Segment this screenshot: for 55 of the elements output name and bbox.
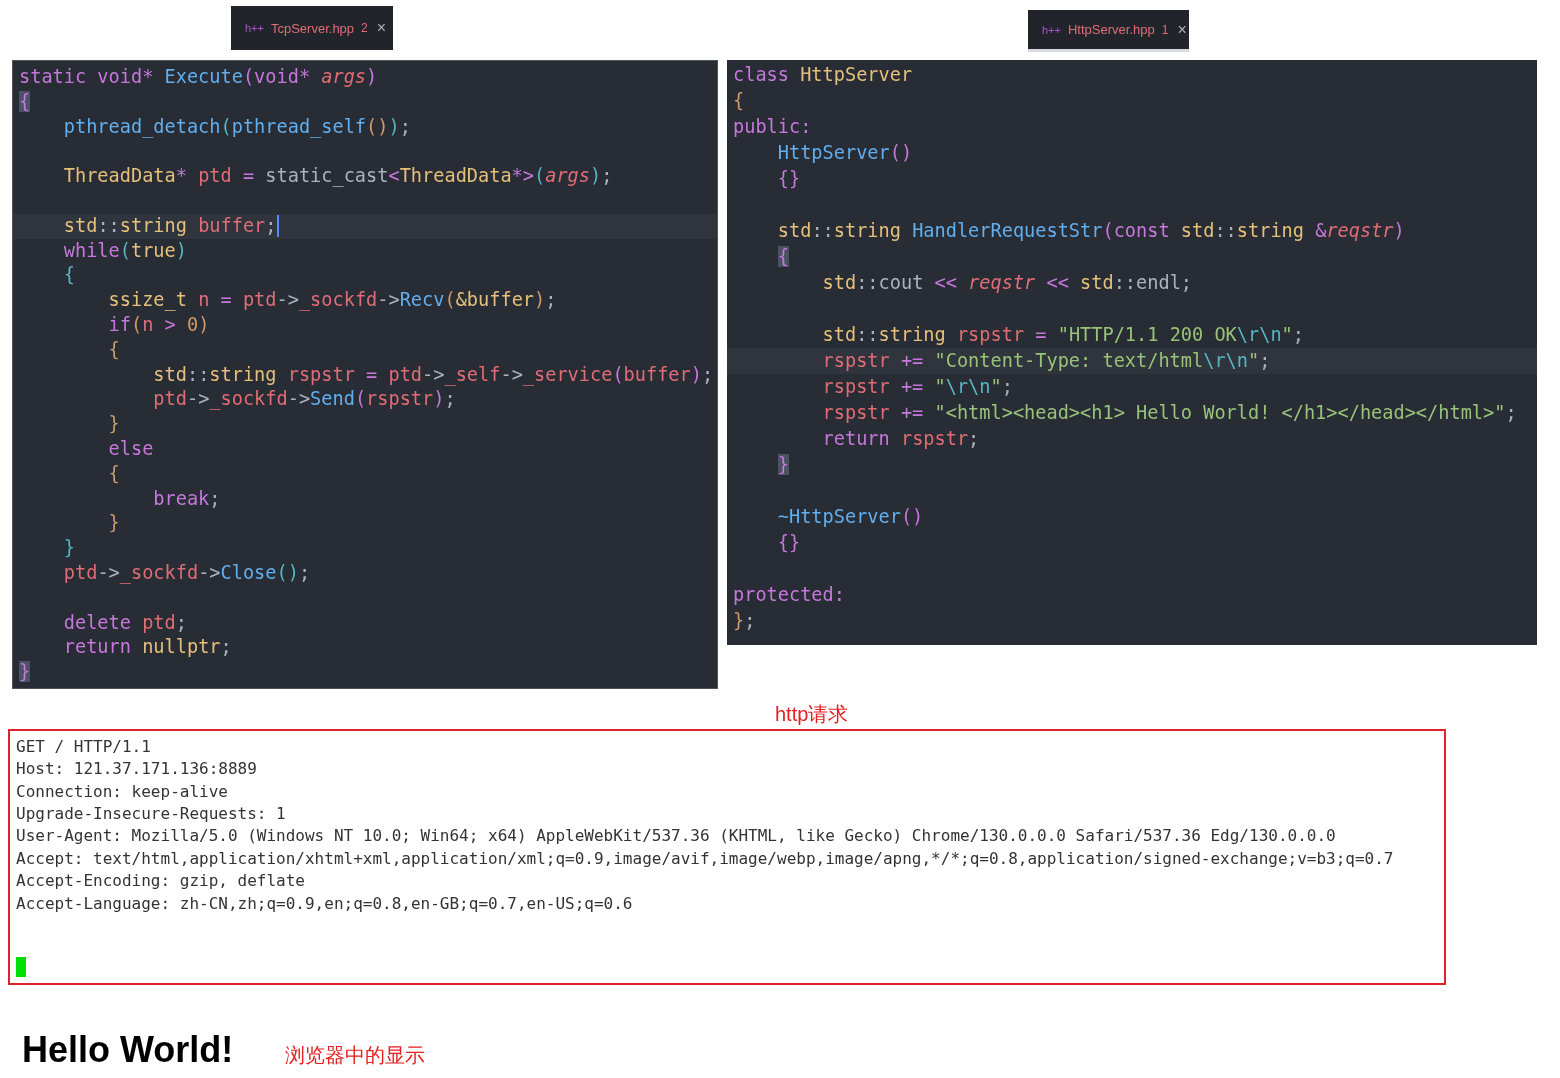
code-line: ~HttpServer() xyxy=(776,505,925,529)
problem-count: 1 xyxy=(1161,22,1169,37)
code-line: if(n > 0) xyxy=(107,312,211,337)
code-line: std::string HandlerRequestStr(const std::string &reqstr) xyxy=(776,219,1406,243)
file-type-icon: h++ xyxy=(1042,23,1061,36)
close-icon[interactable]: × xyxy=(376,19,387,37)
code-line: delete ptd; xyxy=(62,610,188,635)
code-line: HttpServer() xyxy=(776,141,914,165)
caption: 浏览器中的显示 xyxy=(285,1042,426,1068)
code-line: }; xyxy=(733,609,757,633)
code-line: ThreadData* ptd = static_cast<ThreadData*>(args); xyxy=(62,164,614,189)
close-icon[interactable]: × xyxy=(1177,20,1187,39)
code-line: { xyxy=(62,263,76,288)
code-line: std::string rspstr = "HTTP/1.1 200 OK\r\n"; xyxy=(821,323,1305,347)
terminal-line: Accept-Language: zh-CN,zh;q=0.9,en;q=0.8,en-GB;q=0.7,en-US;q=0.6 xyxy=(16,892,634,915)
terminal-line: Accept: text/html,application/xhtml+xml,application/xml;q=0.9,image/avif,image/webp,image/apng,*/*;q=0.8,application/signed-exchange;v=b3;q=0.7 xyxy=(16,847,1395,870)
code-line: else xyxy=(107,436,155,461)
file-tab[interactable]: h++ TcpServer.hpp 2 × xyxy=(231,6,393,50)
code-line: protected: xyxy=(733,583,846,607)
code-line: rspstr += "<html><head><h1> Hello World! </h1></head></html>"; xyxy=(821,401,1518,425)
terminal-line: Host: 121.37.171.136:8889 xyxy=(16,758,258,781)
terminal-line: Upgrade-Insecure-Requests: 1 xyxy=(16,803,287,826)
code-line: { xyxy=(733,89,746,113)
code-line: { xyxy=(107,337,121,362)
code-line: {} xyxy=(776,531,802,555)
code-line: ssize_t n = ptd->_sockfd->Recv(&buffer); xyxy=(107,288,558,313)
tab-label: TcpServer.hpp xyxy=(270,20,355,36)
code-line: rspstr += "\r\n"; xyxy=(821,375,1014,399)
code-line: std::cout << reqstr << std::endl; xyxy=(821,271,1194,295)
code-line: return nullptr; xyxy=(62,635,233,660)
code-line: class HttpServer xyxy=(733,63,914,87)
page-heading: Hello World! xyxy=(22,1028,234,1071)
code-line: } xyxy=(62,536,76,561)
code-line: ptd->_sockfd->Close(); xyxy=(62,560,312,586)
code-line: ptd->_sockfd->Send(rspstr); xyxy=(152,387,457,412)
code-line: } xyxy=(107,412,121,437)
code-line: std::string rspstr = ptd->_self->_service(buffer); xyxy=(152,362,715,388)
tab-label: HttpServer.hpp xyxy=(1067,22,1155,37)
caption: http请求 xyxy=(775,701,850,727)
terminal-line: User-Agent: Mozilla/5.0 (Windows NT 10.0; Win64; x64) AppleWebKit/537.36 (KHTML, like Gecko) Chrome/130.0.0.0 Safari/537.36 Edg/130.0.0.0 xyxy=(16,825,1337,848)
code-line: pthread_detach(pthread_self()); xyxy=(62,114,412,140)
terminal-line: Accept-Encoding: gzip, deflate xyxy=(16,870,306,893)
terminal-line: Connection: keep-alive xyxy=(16,780,229,803)
terminal-line: GET / HTTP/1.1 xyxy=(16,735,152,758)
code-line: public: xyxy=(733,115,813,139)
code-line: return rspstr; xyxy=(821,427,981,451)
code-line: static void* Execute(void* args) xyxy=(19,65,379,89)
code-line: {} xyxy=(776,167,802,191)
code-line: while(true) xyxy=(62,238,188,263)
code-line: { xyxy=(107,461,121,486)
file-tab[interactable]: h++ HttpServer.hpp 1 × xyxy=(1028,10,1189,52)
code-line: } xyxy=(107,511,121,536)
problem-count: 2 xyxy=(361,21,368,35)
code-line: break; xyxy=(152,486,222,511)
file-type-icon: h++ xyxy=(245,22,264,34)
